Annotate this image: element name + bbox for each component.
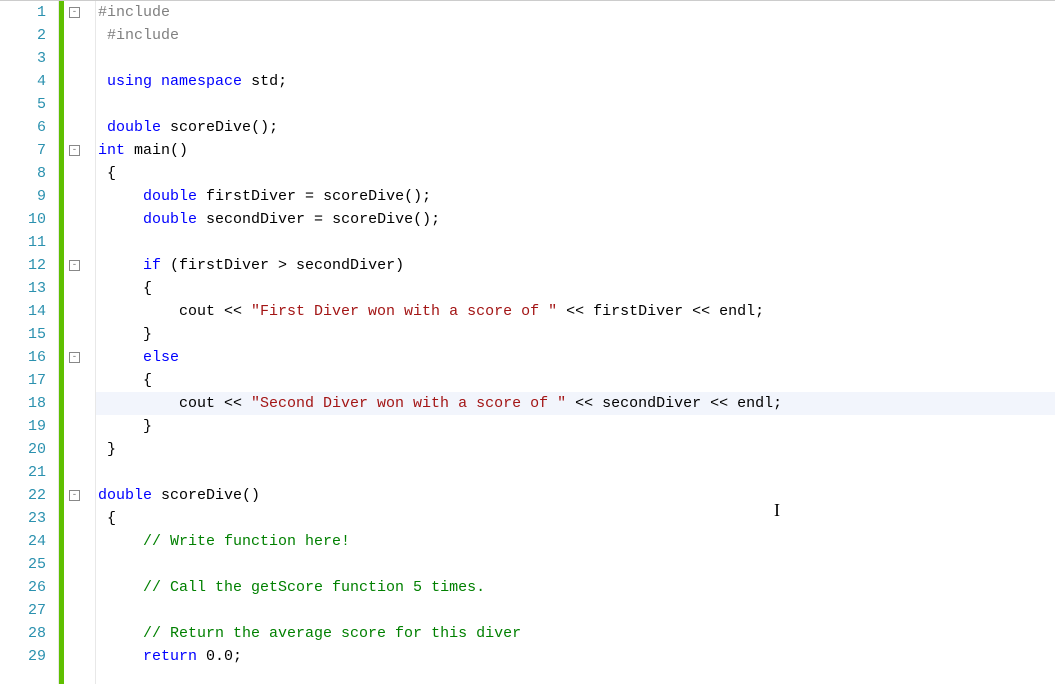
line-number: 20 bbox=[0, 438, 46, 461]
line-number: 28 bbox=[0, 622, 46, 645]
code-line[interactable]: // Write function here! bbox=[96, 530, 1055, 553]
code-line[interactable] bbox=[96, 231, 1055, 254]
change-indicator bbox=[59, 1, 64, 684]
line-number: 29 bbox=[0, 645, 46, 668]
line-number: 6 bbox=[0, 116, 46, 139]
code-line[interactable]: if (firstDiver > secondDiver) bbox=[96, 254, 1055, 277]
code-line[interactable] bbox=[96, 93, 1055, 116]
code-line[interactable]: double secondDiver = scoreDive(); bbox=[96, 208, 1055, 231]
line-number: 8 bbox=[0, 162, 46, 185]
line-number-gutter: 1234567891011121314151617181920212223242… bbox=[0, 1, 58, 684]
line-number: 16 bbox=[0, 346, 46, 369]
line-number: 25 bbox=[0, 553, 46, 576]
line-number: 4 bbox=[0, 70, 46, 93]
code-line[interactable] bbox=[96, 553, 1055, 576]
code-line[interactable]: return 0.0; bbox=[96, 645, 1055, 668]
code-line[interactable] bbox=[96, 599, 1055, 622]
code-line[interactable]: { bbox=[96, 162, 1055, 185]
code-line[interactable]: { bbox=[96, 507, 1055, 530]
line-number: 24 bbox=[0, 530, 46, 553]
line-number: 10 bbox=[0, 208, 46, 231]
line-number: 1 bbox=[0, 1, 46, 24]
code-line[interactable]: } bbox=[96, 415, 1055, 438]
code-line[interactable]: cout << "First Diver won with a score of… bbox=[96, 300, 1055, 323]
code-line[interactable]: // Call the getScore function 5 times. bbox=[96, 576, 1055, 599]
fold-toggle[interactable]: - bbox=[69, 490, 80, 501]
code-area[interactable]: I #include #include using namespace std;… bbox=[96, 1, 1055, 684]
code-line[interactable] bbox=[96, 47, 1055, 70]
line-number: 15 bbox=[0, 323, 46, 346]
line-number: 21 bbox=[0, 461, 46, 484]
line-number: 19 bbox=[0, 415, 46, 438]
fold-toggle[interactable]: - bbox=[69, 352, 80, 363]
line-number: 2 bbox=[0, 24, 46, 47]
fold-margin: - - - - - bbox=[58, 1, 96, 684]
line-number: 5 bbox=[0, 93, 46, 116]
code-line[interactable]: double firstDiver = scoreDive(); bbox=[96, 185, 1055, 208]
code-line[interactable]: { bbox=[96, 369, 1055, 392]
line-number: 14 bbox=[0, 300, 46, 323]
code-editor[interactable]: 1234567891011121314151617181920212223242… bbox=[0, 0, 1055, 684]
line-number: 11 bbox=[0, 231, 46, 254]
line-number: 22 bbox=[0, 484, 46, 507]
line-number: 17 bbox=[0, 369, 46, 392]
line-number: 12 bbox=[0, 254, 46, 277]
line-number: 27 bbox=[0, 599, 46, 622]
code-line[interactable]: // Return the average score for this div… bbox=[96, 622, 1055, 645]
fold-toggle[interactable]: - bbox=[69, 260, 80, 271]
fold-toggle[interactable]: - bbox=[69, 145, 80, 156]
code-line[interactable]: else bbox=[96, 346, 1055, 369]
code-line[interactable]: double scoreDive(); bbox=[96, 116, 1055, 139]
code-line[interactable]: using namespace std; bbox=[96, 70, 1055, 93]
line-number: 26 bbox=[0, 576, 46, 599]
code-line[interactable]: double scoreDive() bbox=[96, 484, 1055, 507]
code-line[interactable]: int main() bbox=[96, 139, 1055, 162]
line-number: 23 bbox=[0, 507, 46, 530]
line-number: 13 bbox=[0, 277, 46, 300]
code-line[interactable]: } bbox=[96, 438, 1055, 461]
code-line[interactable]: #include bbox=[96, 1, 1055, 24]
code-line[interactable]: { bbox=[96, 277, 1055, 300]
line-number: 3 bbox=[0, 47, 46, 70]
line-number: 7 bbox=[0, 139, 46, 162]
line-number: 18 bbox=[0, 392, 46, 415]
code-line[interactable]: cout << "Second Diver won with a score o… bbox=[96, 392, 1055, 415]
code-line[interactable]: #include bbox=[96, 24, 1055, 47]
fold-toggle[interactable]: - bbox=[69, 7, 80, 18]
code-line[interactable]: } bbox=[96, 323, 1055, 346]
line-number: 9 bbox=[0, 185, 46, 208]
code-line[interactable] bbox=[96, 461, 1055, 484]
